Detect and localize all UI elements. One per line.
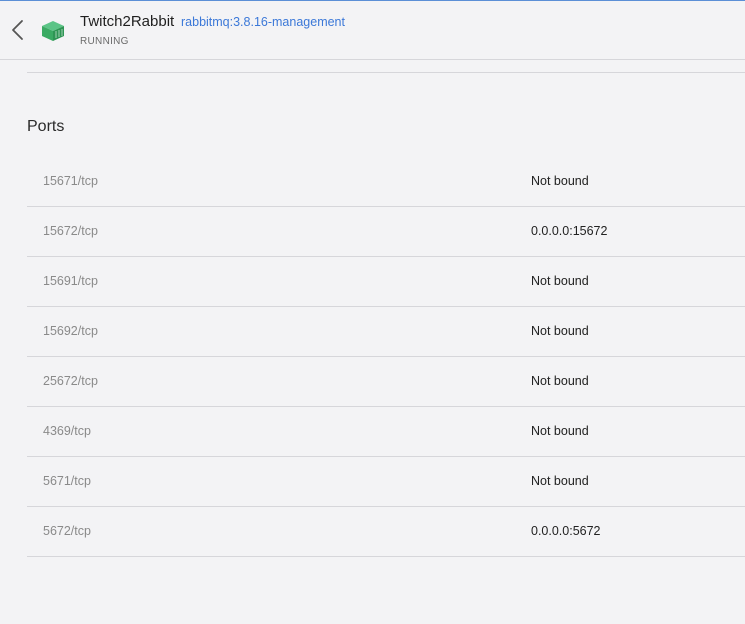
port-binding: Not bound (531, 174, 589, 188)
port-label: 4369/tcp (43, 424, 91, 438)
port-row: 15691/tcp Not bound (27, 257, 745, 307)
back-button[interactable] (8, 18, 28, 42)
header-divider (0, 59, 745, 60)
port-label: 15672/tcp (43, 224, 98, 238)
port-label: 5671/tcp (43, 474, 91, 488)
status-label: RUNNING (80, 36, 129, 47)
port-label: 15691/tcp (43, 274, 98, 288)
image-link[interactable]: rabbitmq:3.8.16-management (181, 15, 345, 29)
port-row: 5672/tcp 0.0.0.0:5672 (27, 507, 745, 557)
port-label: 15692/tcp (43, 324, 98, 338)
port-binding: Not bound (531, 424, 589, 438)
ports-section-title: Ports (27, 118, 65, 135)
container-icon (41, 20, 65, 42)
port-binding: 0.0.0.0:5672 (531, 524, 601, 538)
ports-table: 15671/tcp Not bound 15672/tcp 0.0.0.0:15… (27, 157, 745, 557)
port-row: 15671/tcp Not bound (27, 157, 745, 207)
container-header: Twitch2Rabbit rabbitmq:3.8.16-management… (0, 1, 745, 59)
port-row: 5671/tcp Not bound (27, 457, 745, 507)
port-row: 25672/tcp Not bound (27, 357, 745, 407)
port-row: 15672/tcp 0.0.0.0:15672 (27, 207, 745, 257)
port-binding: 0.0.0.0:15672 (531, 224, 608, 238)
tab-divider (27, 72, 745, 73)
port-binding: Not bound (531, 374, 589, 388)
port-row: 4369/tcp Not bound (27, 407, 745, 457)
port-label: 5672/tcp (43, 524, 91, 538)
port-row: 15692/tcp Not bound (27, 307, 745, 357)
container-name: Twitch2Rabbit (80, 13, 175, 30)
port-binding: Not bound (531, 324, 589, 338)
chevron-left-icon (12, 20, 23, 40)
port-binding: Not bound (531, 474, 589, 488)
port-binding: Not bound (531, 274, 589, 288)
port-label: 25672/tcp (43, 374, 98, 388)
port-label: 15671/tcp (43, 174, 98, 188)
